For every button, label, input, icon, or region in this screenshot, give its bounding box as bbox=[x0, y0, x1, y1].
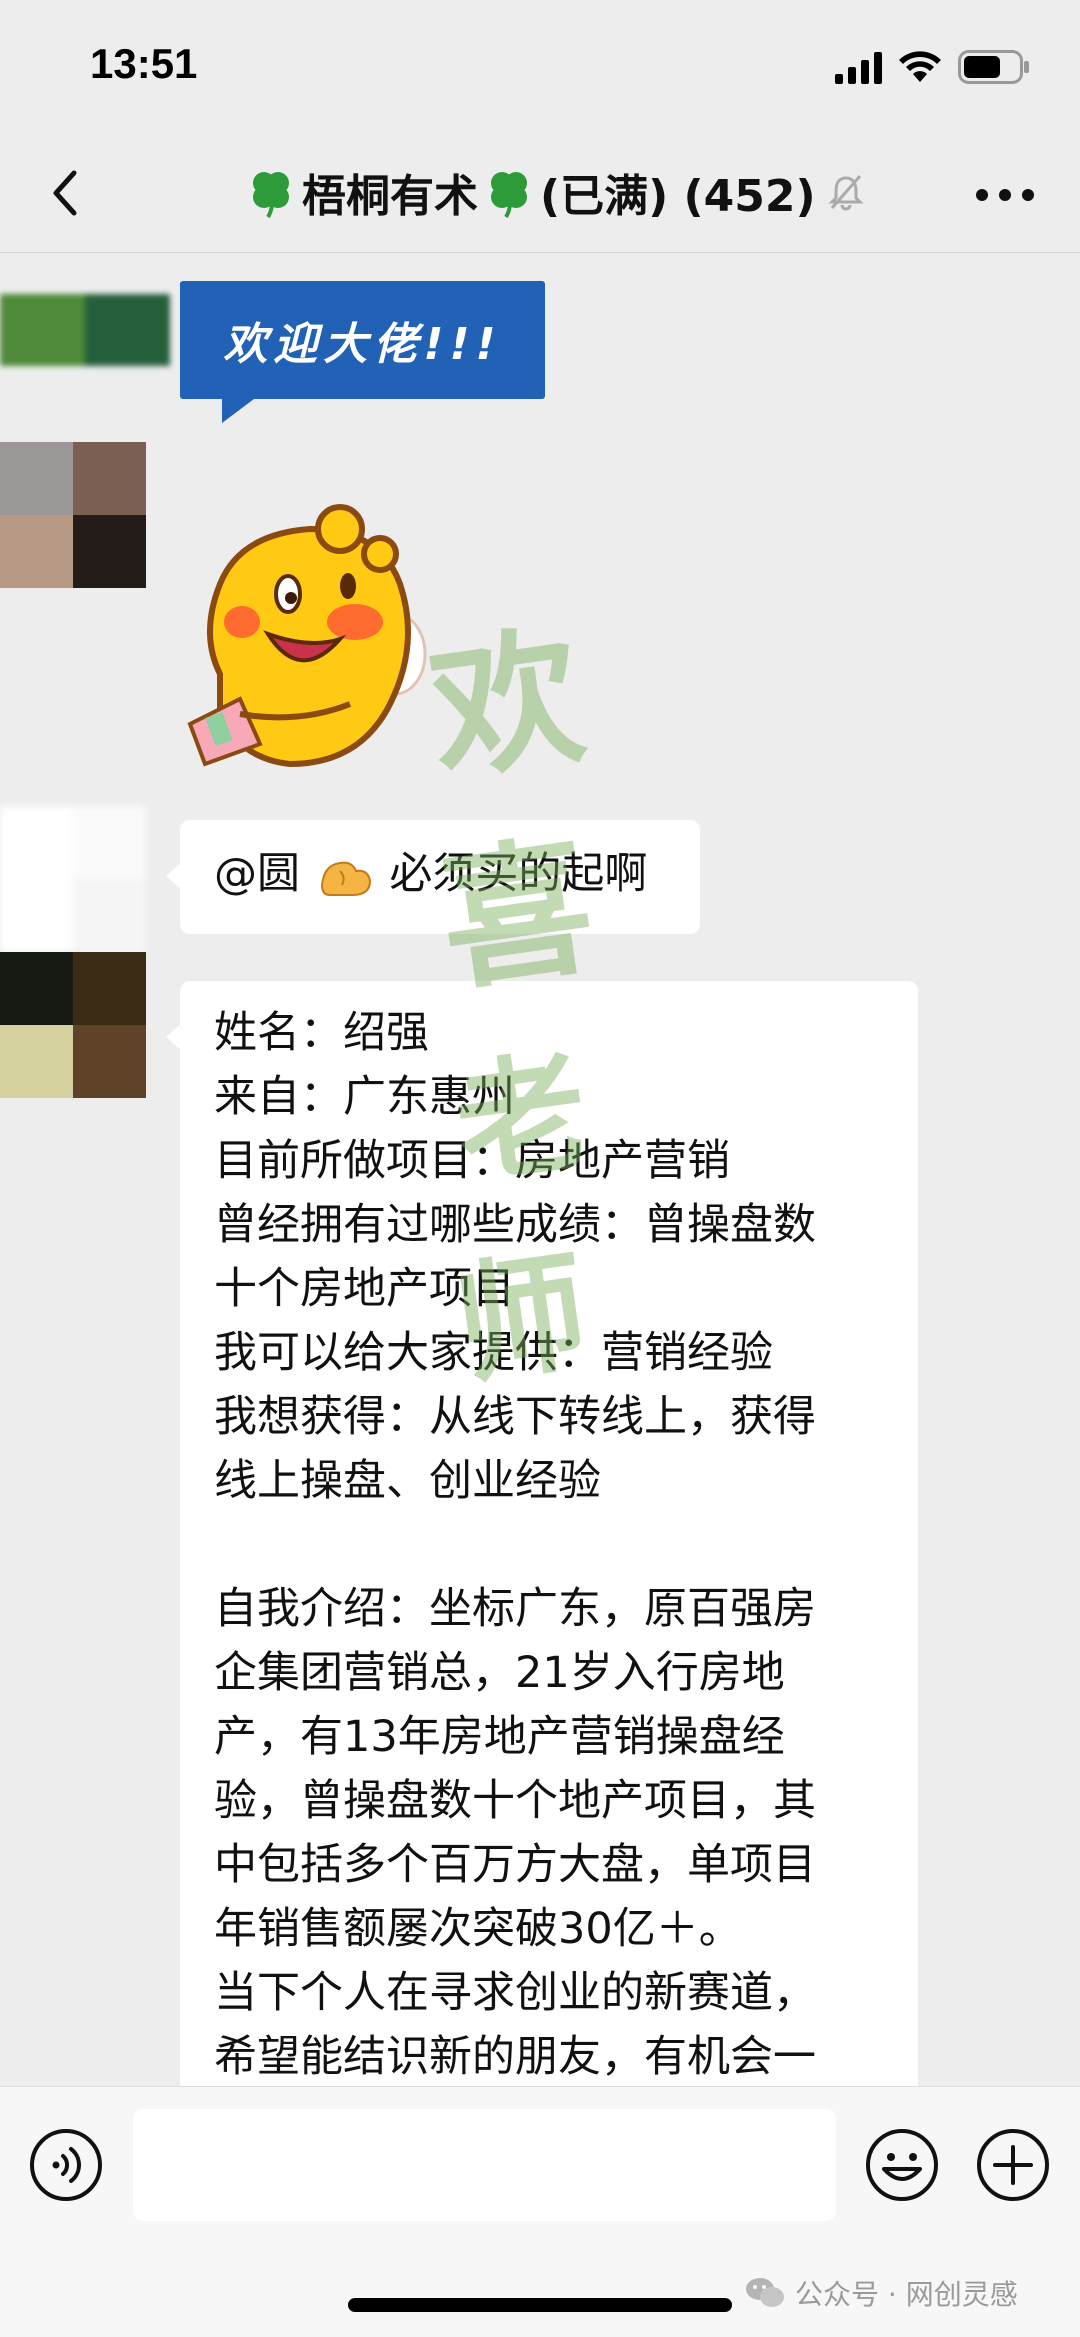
home-indicator[interactable] bbox=[348, 2298, 732, 2312]
message-input[interactable] bbox=[133, 2109, 836, 2221]
message-line: 产，有13年房地产营销操盘经 bbox=[214, 1712, 785, 1762]
message-line: 企集团营销总，21岁入行房地 bbox=[214, 1648, 785, 1698]
message-line: 年销售额屡次突破30亿＋。 bbox=[214, 1904, 742, 1954]
message-line: 验，曾操盘数十个地产项目，其 bbox=[214, 1776, 816, 1826]
message-line: 当下个人在寻求创业的新赛道， bbox=[214, 1968, 816, 2018]
welcome-banner-text: 欢迎大佬!!! bbox=[223, 319, 502, 370]
signal-icon bbox=[835, 52, 882, 84]
message-text: 必须买的起啊 bbox=[389, 849, 648, 899]
message-line: 目前所做项目：房地产营销 bbox=[214, 1136, 730, 1186]
mention-text[interactable]: @圆 bbox=[214, 849, 300, 899]
message-line: 曾经拥有过哪些成绩：曾操盘数 bbox=[214, 1200, 816, 1250]
chat-title-suffix: (已满) (452) bbox=[540, 171, 816, 222]
plus-icon[interactable] bbox=[975, 2127, 1051, 2203]
message-line: 自我介绍：坐标广东，原百强房 bbox=[214, 1584, 816, 1634]
footer-watermark: 公众号 · 网创灵感 bbox=[745, 2268, 1018, 2318]
wechat-logo-icon bbox=[746, 2278, 784, 2307]
welcome-banner-tail bbox=[222, 393, 262, 423]
back-chevron-icon[interactable] bbox=[36, 163, 96, 223]
message-bubble[interactable]: @圆 必须买的起啊 bbox=[166, 820, 700, 934]
chat-title: 梧桐有术 (已满) (452) bbox=[240, 157, 900, 227]
more-dots-icon[interactable] bbox=[970, 165, 1040, 225]
welcome-banner: 欢迎大佬!!! bbox=[180, 281, 545, 399]
flexed-arm-emoji-icon bbox=[320, 861, 371, 896]
wifi-icon bbox=[899, 51, 941, 82]
bubble-tail bbox=[166, 1023, 182, 1051]
mute-bell-icon bbox=[827, 175, 864, 211]
message-line: 姓名：绍强 bbox=[214, 1008, 429, 1058]
footer-label: 公众号 · 网创灵感 bbox=[795, 2278, 1018, 2311]
clover-icon bbox=[491, 172, 527, 219]
status-time: 13:51 bbox=[90, 40, 198, 87]
chat-header: 梧桐有术 (已满) (452) bbox=[0, 135, 1080, 253]
emoji-icon[interactable] bbox=[864, 2127, 940, 2203]
qq-penguin-sticker[interactable] bbox=[180, 474, 470, 774]
status-bar: 13:51 bbox=[0, 0, 1080, 135]
message-line: 我可以给大家提供：营销经验 bbox=[214, 1328, 773, 1378]
avatar[interactable] bbox=[0, 806, 146, 952]
chat-message-list[interactable]: 欢迎大佬!!! @圆 必须买的起啊 姓名：绍强 来自：广东惠州 目前所做项目：房… bbox=[0, 254, 1080, 2086]
bubble-tail bbox=[166, 862, 182, 890]
intro-message-bubble[interactable]: 姓名：绍强来自：广东惠州目前所做项目：房地产营销曾经拥有过哪些成绩：曾操盘数 十个… bbox=[166, 981, 918, 2086]
avatar[interactable] bbox=[0, 442, 146, 588]
message-line: 来自：广东惠州 bbox=[214, 1072, 515, 1122]
avatar[interactable] bbox=[0, 952, 146, 1098]
avatar[interactable] bbox=[0, 294, 170, 366]
message-line: 线上操盘、创业经验 bbox=[214, 1456, 601, 1506]
clover-icon bbox=[253, 172, 289, 219]
voice-input-icon[interactable] bbox=[28, 2127, 104, 2203]
message-line: 中包括多个百万方大盘，单项目 bbox=[214, 1840, 816, 1890]
message-line: 十个房地产项目 bbox=[214, 1264, 515, 1314]
message-line: 我想获得：从线下转线上，获得 bbox=[214, 1392, 816, 1442]
message-line bbox=[214, 1513, 884, 1577]
battery-icon bbox=[958, 50, 1029, 84]
chat-title-name: 梧桐有术 bbox=[302, 171, 478, 222]
message-line: 希望能结识新的朋友，有机会一 bbox=[214, 2032, 816, 2082]
welcome-banner-message[interactable]: 欢迎大佬!!! bbox=[180, 281, 545, 423]
